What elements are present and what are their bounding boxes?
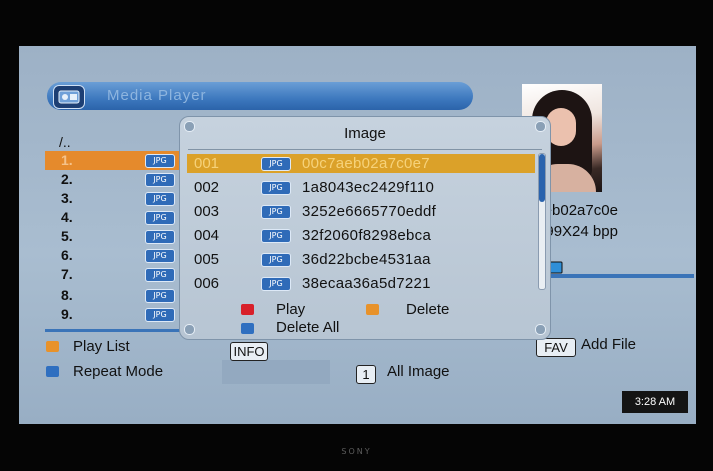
dialog-title: Image <box>344 125 386 142</box>
tv-frame: Media Player 7aeb02a7c0e X799X24 bpp B /… <box>0 0 713 471</box>
file-row[interactable]: 001 JPG 00c7aeb02a7c0e7 <box>187 154 535 173</box>
blue-key-icon <box>241 323 254 334</box>
jpg-badge: JPG <box>145 173 175 187</box>
list-item[interactable]: 2. JPG <box>45 170 195 189</box>
parent-folder[interactable]: /.. <box>59 134 71 150</box>
repeat-mode-label[interactable]: Repeat Mode <box>73 363 163 380</box>
info-key[interactable]: INFO <box>230 342 268 361</box>
jpg-badge: JPG <box>145 211 175 225</box>
jpg-badge: JPG <box>145 289 175 303</box>
file-row[interactable]: 004 JPG 32f2060f8298ebca <box>187 226 535 245</box>
red-key-icon <box>241 304 254 315</box>
dialog-scrollbar[interactable] <box>538 153 546 290</box>
jpg-badge: JPG <box>145 249 175 263</box>
list-item[interactable]: 1. JPG <box>45 151 195 170</box>
list-item[interactable]: 6. JPG <box>45 246 195 265</box>
list-item[interactable]: 8. JPG <box>45 286 195 305</box>
add-file-label[interactable]: Add File <box>581 336 636 353</box>
dialog-divider <box>188 149 542 150</box>
list-item[interactable]: 5. JPG <box>45 227 195 246</box>
jpg-badge: JPG <box>261 157 291 171</box>
repeat-mode-value[interactable] <box>222 360 330 384</box>
media-player-icon <box>53 85 85 109</box>
file-row[interactable]: 006 JPG 38ecaa36a5d7221 <box>187 274 535 293</box>
jpg-badge: JPG <box>261 205 291 219</box>
delete-all-action[interactable]: Delete All <box>276 319 339 336</box>
orange-key-icon <box>366 304 379 315</box>
jpg-badge: JPG <box>261 181 291 195</box>
play-list-label[interactable]: Play List <box>73 338 130 355</box>
play-action[interactable]: Play <box>276 301 305 318</box>
jpg-badge: JPG <box>145 308 175 322</box>
jpg-badge: JPG <box>145 154 175 168</box>
app-title: Media Player <box>107 87 207 104</box>
file-row[interactable]: 002 JPG 1a8043ec2429f110 <box>187 178 535 197</box>
fav-key[interactable]: FAV <box>536 338 576 357</box>
orange-key-icon <box>46 341 59 352</box>
tv-screen: Media Player 7aeb02a7c0e X799X24 bpp B /… <box>19 46 696 424</box>
delete-action[interactable]: Delete <box>406 301 449 318</box>
list-item[interactable]: 4. JPG <box>45 208 195 227</box>
scrollbar-thumb[interactable] <box>539 154 545 202</box>
jpg-badge: JPG <box>261 253 291 267</box>
list-item[interactable]: 9. JPG <box>45 305 195 324</box>
blue-key-icon <box>46 366 59 377</box>
brand-logo: SONY <box>341 447 372 456</box>
file-row[interactable]: 003 JPG 3252e6665770eddf <box>187 202 535 221</box>
file-row[interactable]: 005 JPG 36d22bcbe4531aa <box>187 250 535 269</box>
list-item[interactable]: 7. JPG <box>45 265 195 284</box>
list-item[interactable]: 3. JPG <box>45 189 195 208</box>
jpg-badge: JPG <box>261 277 291 291</box>
image-dialog: Image 001 JPG 00c7aeb02a7c0e7 002 JPG 1a… <box>179 116 551 340</box>
dialog-corner <box>535 324 546 335</box>
jpg-badge: JPG <box>261 229 291 243</box>
jpg-badge: JPG <box>145 268 175 282</box>
clock: 3:28 AM <box>622 391 688 413</box>
title-bar: Media Player <box>47 82 473 110</box>
number-key-1[interactable]: 1 <box>356 365 376 384</box>
jpg-badge: JPG <box>145 230 175 244</box>
all-image-label[interactable]: All Image <box>387 363 450 380</box>
jpg-badge: JPG <box>145 192 175 206</box>
dialog-corner <box>184 324 195 335</box>
